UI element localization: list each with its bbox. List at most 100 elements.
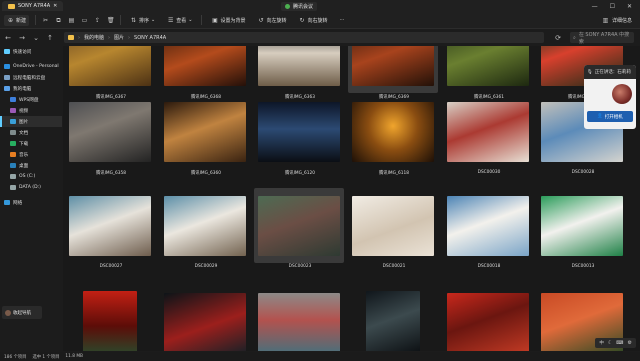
photo-tile[interactable]: DSC00018: [443, 188, 535, 269]
photo-tile[interactable]: 腾讯IMG_6363: [254, 46, 346, 100]
cut-icon[interactable]: ✂: [42, 17, 49, 24]
status-bar: 186 个项目 选中 1 个项目 11.8 MB: [0, 352, 640, 361]
window-tab[interactable]: SONY A7R4A ✕: [2, 1, 64, 11]
sidebar-item-drive-d[interactable]: DATA (D:): [0, 182, 62, 193]
photo-tile[interactable]: 腾讯IMG_6361: [443, 46, 535, 100]
close-window-icon[interactable]: ✕: [627, 3, 632, 10]
open-camera-button[interactable]: 👤 打开相机: [587, 111, 633, 122]
breadcrumb-item[interactable]: 图片: [114, 34, 124, 41]
photo-thumbnail: [447, 292, 529, 351]
photo-tile[interactable]: 腾讯IMG_5993(1): [160, 285, 252, 351]
sidebar-item-desktop[interactable]: 桌面: [0, 160, 62, 171]
forward-icon[interactable]: →: [18, 34, 26, 42]
close-tab-icon[interactable]: ✕: [53, 3, 57, 9]
collapse-nav-label: 收起导航: [13, 310, 31, 316]
new-button[interactable]: ⊕ 新建: [4, 14, 30, 26]
sidebar-item-label: DATA (D:): [19, 185, 41, 190]
selection-count: 选中 1 个项目: [32, 354, 60, 360]
thumbnail-frame: [443, 94, 533, 169]
photo-tile[interactable]: 腾讯IMG_5995: [443, 285, 535, 351]
sidebar-item-quick-access[interactable]: 快速访问: [0, 46, 62, 57]
photo-thumbnail: [69, 101, 151, 162]
sidebar-item-label: 桌面: [19, 163, 29, 169]
up-icon[interactable]: ↑: [46, 34, 54, 42]
photo-tile[interactable]: 腾讯IMG_6369: [348, 46, 440, 100]
photo-tile[interactable]: 腾讯IMG_5992(1): [65, 285, 157, 351]
photo-thumbnail: [164, 46, 246, 86]
collapse-nav-button[interactable]: 收起导航: [2, 306, 42, 319]
photo-tile[interactable]: 腾讯IMG_6118: [348, 94, 440, 176]
sidebar-item-label: 网络: [13, 200, 23, 206]
rename-icon[interactable]: ▭: [81, 17, 88, 24]
meeting-video-panel: 🎙 正在讲话：石莉莉 👤 打开相机: [584, 65, 636, 129]
computer-icon: [4, 86, 10, 91]
photo-tile[interactable]: 腾讯IMG_6358: [65, 94, 157, 176]
details-label: 详细信息: [611, 17, 632, 24]
copy-icon[interactable]: ⧉: [55, 17, 62, 24]
photo-tile[interactable]: DSC00029: [160, 188, 252, 269]
photo-tile[interactable]: 腾讯IMG_6367: [65, 46, 157, 100]
photo-tile[interactable]: DSC00030: [443, 94, 535, 175]
photo-tile[interactable]: 腾讯IMG_6368: [160, 46, 252, 100]
photo-tile[interactable]: DSC00021: [348, 188, 440, 269]
details-button[interactable]: ▥ 详细信息: [602, 17, 632, 24]
thumbnail-frame: [65, 46, 155, 93]
sidebar-item-drive-c[interactable]: OS (C:): [0, 171, 62, 182]
details-pane-icon: ▥: [602, 16, 609, 24]
search-input[interactable]: ⌕ 在 SONY A7R4A 中搜索: [570, 32, 634, 45]
photo-tile[interactable]: 腾讯IMG_6120: [254, 94, 346, 176]
window-controls: — ☐ ✕: [592, 3, 640, 10]
network-icon: [4, 200, 10, 205]
ime-tray[interactable]: 中 ☾ ⌨ ⚙: [595, 338, 636, 348]
photo-tile[interactable]: 腾讯IMG_6360: [160, 94, 252, 176]
sidebar-item-wps[interactable]: WPS网盘: [0, 94, 62, 105]
open-camera-label: 打开相机: [604, 114, 623, 120]
sidebar-item-downloads[interactable]: 下载: [0, 138, 62, 149]
breadcrumb-item[interactable]: 我的电脑: [84, 34, 104, 41]
sidebar-item-documents[interactable]: 文档: [0, 127, 62, 138]
drive-icon: [10, 185, 16, 190]
photo-tile[interactable]: DSC00027: [65, 188, 157, 269]
minimize-icon[interactable]: —: [592, 3, 598, 10]
set-background-button[interactable]: ▣ 设置为背景: [208, 15, 248, 26]
paste-icon[interactable]: ▤: [68, 17, 75, 24]
sort-button[interactable]: ⇅ 排序 ⌄: [127, 15, 158, 26]
thumbnail-frame: [254, 94, 344, 169]
share-icon[interactable]: ⇪: [94, 17, 101, 24]
delete-icon[interactable]: 🗑: [107, 17, 115, 24]
back-icon[interactable]: ←: [4, 34, 12, 42]
photo-tile[interactable]: 腾讯IMG_5990: [254, 285, 346, 351]
rotate-left-button[interactable]: ↺ 向左旋转: [254, 15, 289, 26]
divider: [35, 15, 37, 25]
breadcrumb[interactable]: › 我的电脑 › 图片 › SONY A7R4A: [64, 32, 544, 43]
microphone-icon: 🎙: [587, 69, 593, 75]
sidebar-item-label: 视频: [19, 108, 29, 114]
chevron-right-icon: ›: [78, 34, 80, 41]
sidebar-item-videos[interactable]: 视频: [0, 105, 62, 116]
sidebar-item-onedrive[interactable]: OneDrive - Personal: [0, 61, 62, 72]
photo-tile[interactable]: DSC00013: [537, 188, 629, 269]
meeting-label: 腾讯会议: [293, 4, 314, 10]
photo-thumbnail: [69, 195, 151, 256]
sidebar-item-remote[interactable]: 远程电脑和云盘: [0, 72, 62, 83]
sidebar-item-music[interactable]: 音乐: [0, 149, 62, 160]
sidebar-item-pictures[interactable]: 图片: [0, 116, 62, 127]
sidebar-item-this-pc[interactable]: 我的电脑: [0, 83, 62, 94]
more-button[interactable]: ···: [337, 15, 348, 25]
photo-thumbnail: [352, 46, 434, 86]
photo-thumbnail: [258, 101, 340, 162]
refresh-icon[interactable]: ⟳: [554, 34, 562, 42]
photo-thumbnail: [164, 195, 246, 256]
photo-tile[interactable]: DSC00023: [254, 188, 346, 269]
thumbnail-frame: [537, 188, 627, 263]
photo-thumbnail: [258, 46, 340, 86]
photo-tile[interactable]: 腾讯IMG_5994: [348, 285, 440, 351]
view-button[interactable]: ☰ 查看 ⌄: [164, 15, 195, 26]
rotate-right-button[interactable]: ↻ 向右旋转: [295, 15, 330, 26]
sidebar-item-network[interactable]: 网络: [0, 197, 62, 208]
maximize-icon[interactable]: ☐: [610, 3, 615, 10]
meeting-indicator[interactable]: 腾讯会议: [281, 2, 318, 11]
recent-locations-icon[interactable]: ⌄: [32, 34, 40, 42]
breadcrumb-item[interactable]: SONY A7R4A: [134, 35, 166, 41]
download-icon: [10, 141, 16, 146]
